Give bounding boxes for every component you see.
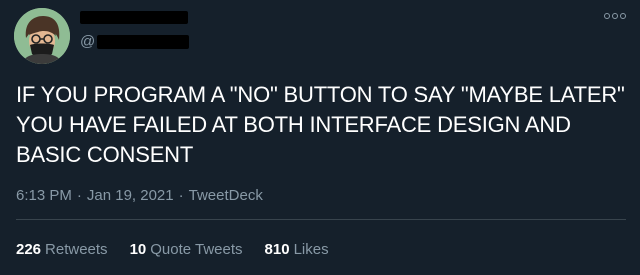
tweet-time[interactable]: 6:13 PM — [16, 186, 72, 206]
handle-redacted — [97, 35, 190, 49]
more-options-icon[interactable] — [604, 10, 626, 22]
meta-separator: · — [76, 187, 82, 204]
likes-count: 810 — [264, 241, 290, 258]
avatar-illustration — [14, 8, 70, 64]
more-dot — [612, 13, 618, 19]
tweet-date[interactable]: Jan 19, 2021 — [87, 186, 174, 206]
likes-label: Likes — [293, 241, 329, 258]
meta-separator: · — [178, 187, 184, 204]
retweets-stat[interactable]: 226 Retweets — [16, 240, 108, 260]
quote-tweets-count: 10 — [129, 241, 147, 258]
tweet-stats: 226 Retweets 10 Quote Tweets 810 Likes — [16, 240, 351, 260]
quote-tweets-stat[interactable]: 10 Quote Tweets — [130, 240, 243, 260]
retweets-count: 226 — [16, 241, 42, 258]
display-name-redacted[interactable] — [80, 11, 188, 24]
divider — [16, 219, 626, 220]
avatar[interactable] — [14, 8, 70, 64]
quote-tweets-label: Quote Tweets — [150, 241, 243, 258]
likes-stat[interactable]: 810 Likes — [265, 240, 329, 260]
handle[interactable]: @ — [80, 32, 190, 52]
tweet-card: @ IF YOU PROGRAM A "NO" BUTTON TO SAY "M… — [0, 0, 640, 275]
tweet-source[interactable]: TweetDeck — [189, 186, 263, 206]
retweets-label: Retweets — [45, 241, 108, 258]
handle-prefix: @ — [80, 33, 96, 50]
more-dot — [620, 13, 626, 19]
tweet-meta: 6:13 PM · Jan 19, 2021 · TweetDeck — [16, 186, 263, 206]
tweet-text: IF YOU PROGRAM A "NO" BUTTON TO SAY "MAY… — [16, 82, 625, 167]
more-dot — [604, 13, 610, 19]
